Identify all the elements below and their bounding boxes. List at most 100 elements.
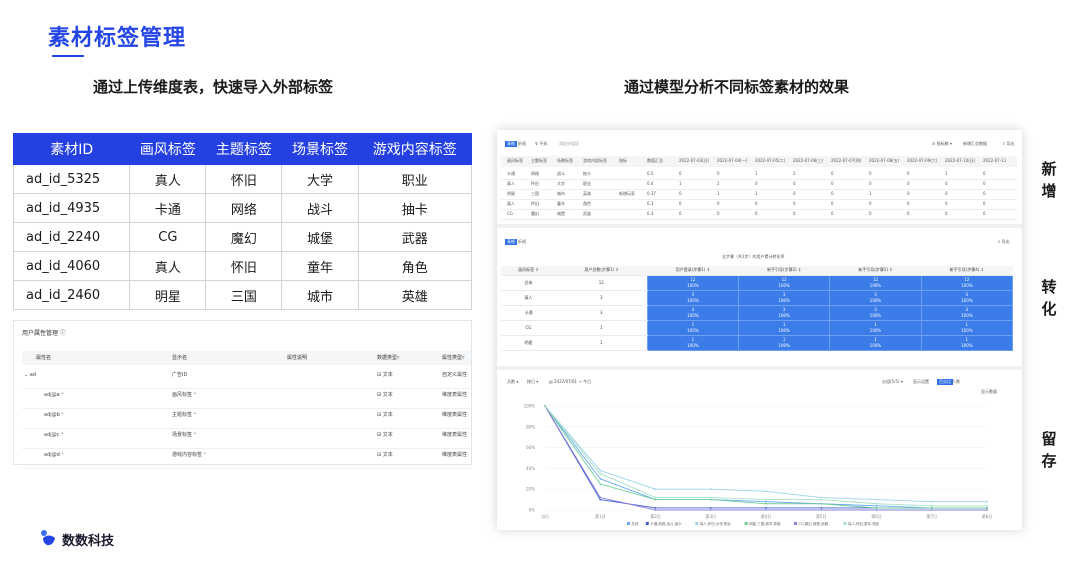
table-row[interactable]: adj@c ⁺ 场景标签 ⁺ ⊟ 文本 维度表属性 bbox=[22, 429, 471, 449]
table-cell: ad_id_4935 bbox=[12, 193, 131, 223]
table-row[interactable]: ⌄ ad 广告ID ⊟ 文本 自定义属性 bbox=[22, 369, 471, 389]
metric-dropdown[interactable]: ⊟ 指标数 ▾ bbox=[932, 141, 952, 147]
table-row[interactable]: adj@d ⁺ 游戏内容标签 ⁺ ⊟ 文本 维度表属性 bbox=[22, 449, 471, 469]
attribute-cell: 画风标签 ⁺ bbox=[172, 392, 197, 398]
event-table-cell: 0.3 bbox=[647, 211, 654, 216]
event-table-cell: 0 bbox=[831, 201, 834, 206]
table-row: 真人 3 3 100% 3 100% 3 100% 3 100% bbox=[501, 289, 1014, 306]
data-point bbox=[709, 507, 712, 509]
attribute-cell: 自定义属性 bbox=[442, 372, 468, 378]
data-point bbox=[986, 500, 988, 503]
attribute-cell: ⌄ ad bbox=[24, 372, 37, 378]
legend-label: 明星,三国,城市,英雄 bbox=[749, 521, 781, 526]
event-table-cell: 1 bbox=[755, 191, 758, 196]
attribute-cell: adj@d ⁺ bbox=[44, 452, 65, 458]
attribute-header-cell[interactable]: 属性类型▿ bbox=[442, 351, 465, 365]
filter-button[interactable]: ⊽ 不拆 bbox=[535, 141, 547, 147]
funnel-cell: 1 100% bbox=[920, 319, 1014, 336]
table-cell: 卡通 bbox=[129, 193, 207, 223]
event-table-cell: 1 bbox=[717, 191, 720, 196]
event-table-cell: 0 bbox=[679, 171, 682, 176]
event-table-cell: 0 bbox=[679, 191, 682, 196]
title-underline bbox=[52, 55, 84, 57]
table-row[interactable]: adj@a ⁺ 画风标签 ⁺ ⊟ 文本 维度表属性 bbox=[22, 389, 471, 409]
funnel-cell: 3 100% bbox=[829, 304, 922, 321]
funnel-cell: 3 100% bbox=[829, 289, 922, 306]
table-cell: 三国 bbox=[205, 280, 283, 310]
event-table-cell: 0 bbox=[869, 171, 872, 176]
event-table-cell: 0 bbox=[983, 211, 986, 216]
attribute-cell: 维度表属性 bbox=[442, 412, 468, 418]
event-table-cell: 怀旧 bbox=[531, 201, 539, 206]
funnel-header-cell[interactable]: 画风标签 ↕ bbox=[501, 266, 556, 276]
legend-swatch bbox=[744, 522, 748, 525]
data-point bbox=[930, 500, 933, 503]
funnel-cell: 总体 bbox=[501, 275, 556, 291]
funnel-header-cell[interactable]: 新手引导(步骤3) ↕ bbox=[829, 266, 922, 276]
event-table-cell: 职业 bbox=[583, 181, 591, 186]
event-analysis-section: 表格 折线 ⊽ 不拆 添加分组项 ⊟ 指标数 ▾ 新增汇总数据 ⇩ 导出 画风标… bbox=[497, 130, 1022, 228]
table-row[interactable]: adj@b ⁺ 主题标签 ⁺ ⊟ 文本 维度表属性 bbox=[22, 409, 471, 429]
export-button[interactable]: ⇩ 导出 bbox=[1002, 141, 1015, 147]
table-cell: 战斗 bbox=[281, 193, 359, 223]
table-cell: ad_id_2240 bbox=[12, 222, 131, 252]
funnel-header-cell[interactable]: 用户登录(步骤1) ↕ bbox=[647, 266, 739, 276]
y-tick-label: 40% bbox=[526, 466, 535, 471]
table-cell: 真人 bbox=[129, 251, 207, 281]
funnel-header-cell[interactable]: 新手引导(步骤4) ↕ bbox=[921, 266, 1013, 276]
event-table-cell: 0 bbox=[793, 181, 796, 186]
data-point bbox=[765, 498, 767, 501]
funnel-caption: 全步骤（共1步）的用户累计转化率 bbox=[722, 254, 785, 259]
tab-table[interactable]: 表格 bbox=[505, 239, 517, 245]
x-tick-label: 当日 bbox=[541, 513, 549, 519]
tab-table[interactable]: 表格 bbox=[505, 141, 517, 147]
table-cell: 武器 bbox=[357, 222, 473, 252]
table-row: 总体 12 12 100% 12 100% 12 100% 12 100% bbox=[501, 274, 1014, 291]
event-table-header: 主题标签 bbox=[531, 158, 547, 163]
event-table-cell: 大学 bbox=[557, 181, 565, 186]
attribute-cell: adj@b ⁺ bbox=[44, 412, 65, 418]
tab-line[interactable]: 折线 bbox=[518, 141, 526, 147]
page-title: 素材标签管理 bbox=[48, 26, 187, 51]
row-divider bbox=[501, 199, 1017, 200]
data-point bbox=[875, 498, 878, 501]
attribute-cell: 维度表属性 bbox=[442, 432, 468, 438]
data-point bbox=[986, 507, 988, 509]
funnel-header-cell[interactable]: 用户总数(步骤1) ↕ bbox=[555, 266, 648, 276]
add-summary-button[interactable]: 新增汇总数据 bbox=[963, 141, 987, 147]
data-point bbox=[930, 504, 933, 507]
event-table-cell: 0 bbox=[945, 211, 948, 216]
attribute-table-header: 属性名 显示名 属性说明 数据类型▿ 属性类型▿ bbox=[22, 351, 471, 365]
event-table-cell: 0 bbox=[831, 191, 834, 196]
funnel-cell: 12 100% bbox=[646, 274, 740, 291]
funnel-cell: 3 100% bbox=[920, 304, 1014, 321]
table-cell: CG bbox=[129, 222, 207, 252]
attribute-header-cell[interactable]: 数据类型▿ bbox=[377, 351, 400, 365]
subtitle-left: 通过上传维度表，快速导入外部标签 bbox=[93, 78, 334, 96]
data-point bbox=[930, 507, 933, 509]
event-table-cell: 真人 bbox=[507, 201, 515, 206]
retention-line-chart: 100% 80% 60% 40% 20% 0% 当日 第1日 第2日 第3日 第4日 第5日 第6日 第7… bbox=[524, 404, 993, 527]
data-point bbox=[654, 496, 657, 499]
data-point bbox=[875, 504, 878, 507]
funnel-header-cell[interactable]: 新手引导(步骤2) ↕ bbox=[738, 266, 830, 276]
event-table-cell: 0 bbox=[717, 211, 720, 216]
event-table-header: 2022-07-11 bbox=[983, 158, 1007, 163]
tab-line[interactable]: 折线 bbox=[518, 239, 526, 245]
export-button[interactable]: ⇩ 导出 bbox=[997, 239, 1010, 245]
data-point bbox=[765, 500, 767, 503]
event-table-cell: 城堡 bbox=[557, 211, 565, 216]
legend-label: 卡通,网络,战斗,抽卡 bbox=[650, 521, 682, 526]
data-point bbox=[599, 469, 602, 472]
event-table-cell: 0 bbox=[793, 201, 796, 206]
table-cell: 童年 bbox=[281, 251, 359, 281]
event-table-cell: 0 bbox=[907, 201, 910, 206]
event-table-cell: 0 bbox=[907, 191, 910, 196]
add-group-input[interactable]: 添加分组项 bbox=[559, 141, 579, 147]
event-table-cell: 0 bbox=[755, 201, 758, 206]
retention-analysis-section: 天数 ▾ 按日 ▾ ▤ 2022/07/01 → 今日 分组(5/5) ▾ 显示… bbox=[497, 374, 1022, 530]
event-table-cell: 0 bbox=[755, 181, 758, 186]
data-point bbox=[599, 472, 602, 475]
attribute-panel-title: 用户属性管理 ⓘ bbox=[22, 330, 66, 337]
subtitle-right: 通过模型分析不同标签素材的效果 bbox=[624, 78, 850, 96]
